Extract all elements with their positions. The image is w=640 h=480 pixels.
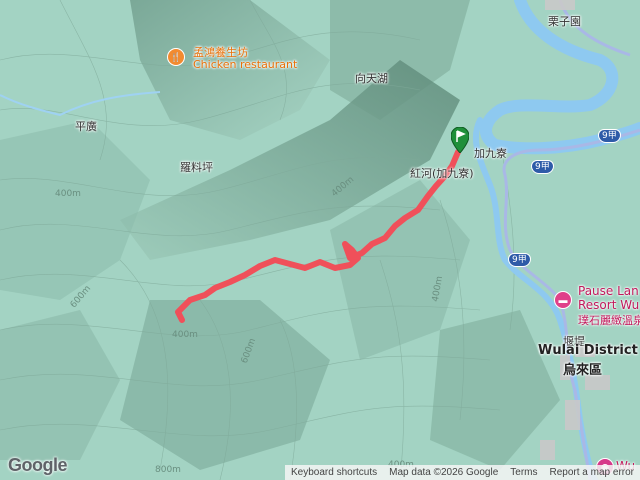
place-label-luoliaoping: 羅料坪: [180, 161, 213, 174]
road-shield-9jia-top: 9甲: [598, 129, 621, 143]
contour-label: 400m: [172, 330, 198, 340]
fork-knife-icon[interactable]: 🍴: [167, 48, 185, 66]
map-data-attribution: Map data ©2026 Google: [389, 467, 499, 478]
bed-icon[interactable]: ▬: [554, 291, 572, 309]
map-canvas[interactable]: 🍴 ▬ ◉ 孟鴻養生坊 Chicken restaurant 向天湖 平廣 羅料…: [0, 0, 640, 480]
road-shield-9jia-mid: 9甲: [508, 253, 531, 267]
place-label-pingguang: 平廣: [75, 120, 97, 133]
contour-label: 400m: [55, 189, 81, 199]
map-footer: Keyboard shortcuts Map data ©2026 Google…: [284, 465, 640, 480]
place-label-xiangtian-lake: 向天湖: [355, 72, 388, 85]
restaurant-label-en[interactable]: Chicken restaurant: [193, 58, 297, 71]
resort-label-en-1[interactable]: Pause Lan: [578, 284, 639, 298]
resort-label-en-2[interactable]: Resort Wu: [578, 298, 639, 312]
gps-track-layer: [175, 149, 461, 323]
keyboard-shortcuts-link[interactable]: Keyboard shortcuts: [285, 467, 383, 478]
road-shield-9jia-upper: 9甲: [531, 160, 554, 174]
place-label-jiajiuliao: 加九寮: [474, 147, 507, 160]
district-label-zh: 烏來區: [563, 363, 603, 378]
contour-label: 800m: [155, 465, 181, 475]
resort-label-zh[interactable]: 璞石麗緻溫泉: [578, 312, 640, 328]
place-label-honghe: 紅河(加九寮): [410, 167, 474, 180]
google-logo: Google: [8, 455, 68, 475]
district-label-en: Wulai District: [538, 343, 638, 358]
flag-marker-icon[interactable]: [450, 126, 470, 154]
report-map-error-link[interactable]: Report a map error: [544, 467, 640, 478]
place-label-lizi-yuan: 栗子園: [548, 15, 581, 28]
terms-link[interactable]: Terms: [504, 467, 543, 478]
